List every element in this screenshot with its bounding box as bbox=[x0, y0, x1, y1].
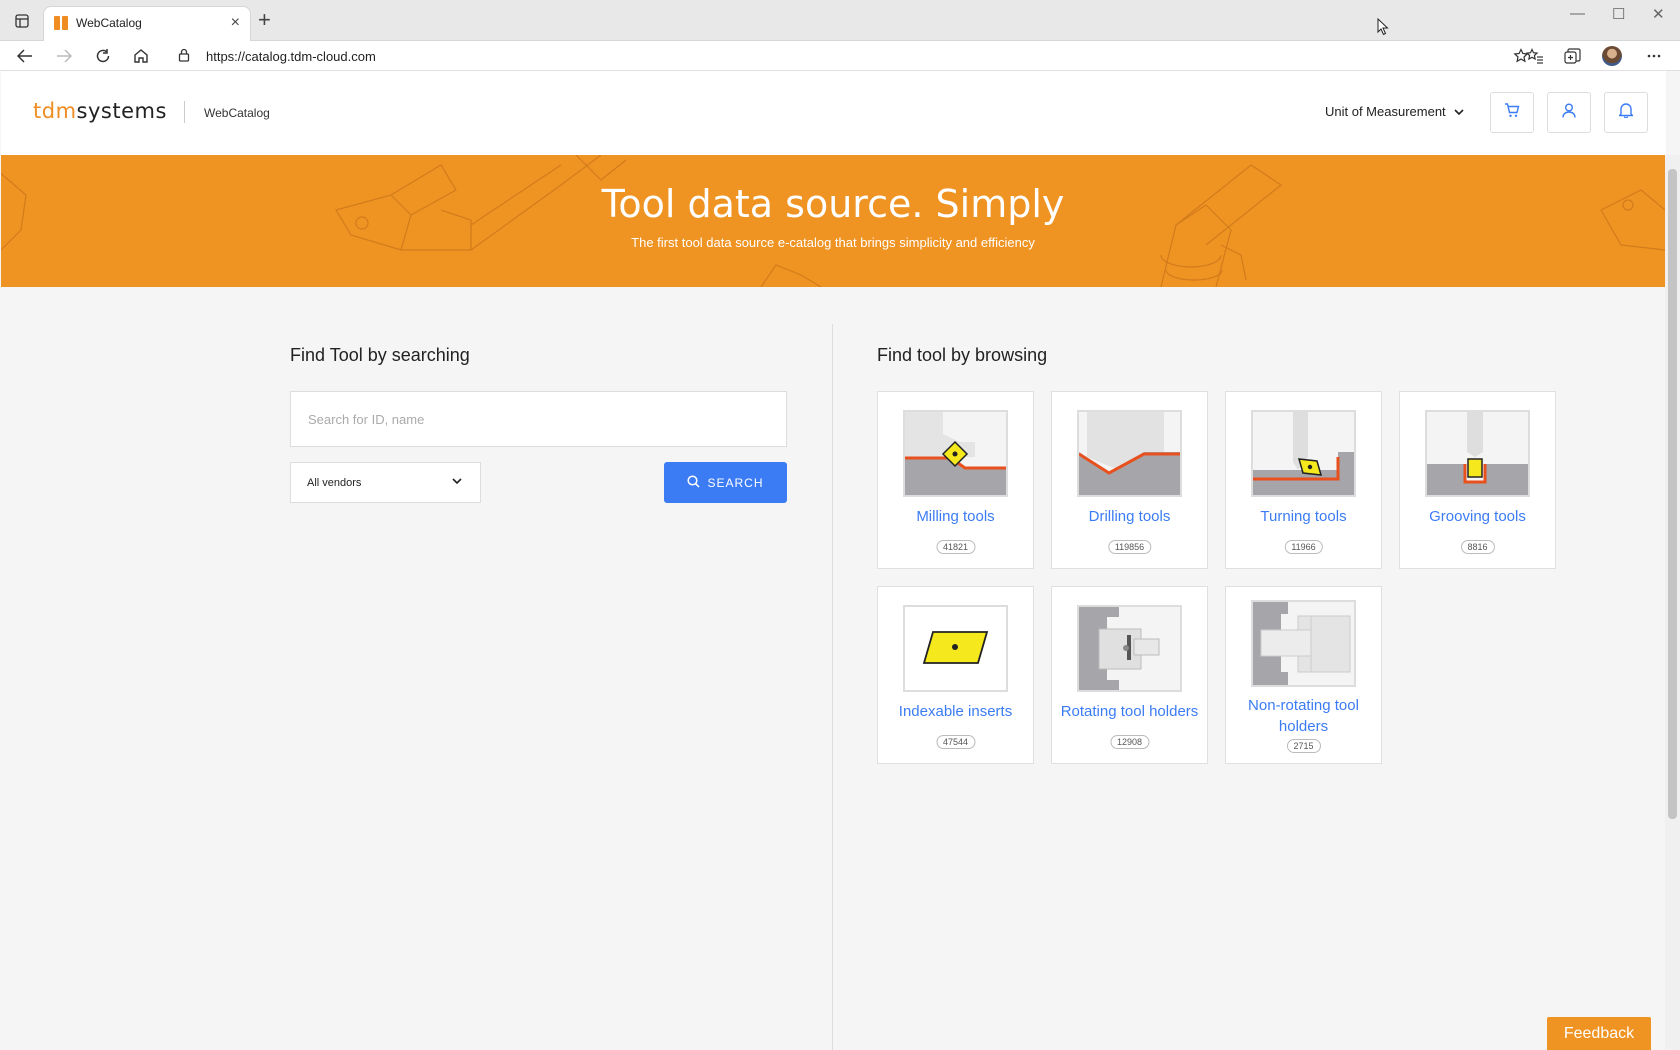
header-divider bbox=[184, 101, 185, 123]
search-section-title: Find Tool by searching bbox=[290, 345, 470, 365]
category-card-indexable-inserts[interactable]: Indexable inserts 47544 bbox=[877, 586, 1034, 764]
search-button[interactable]: SEARCH bbox=[664, 462, 787, 503]
indexable-insert-image bbox=[903, 605, 1008, 692]
category-card-drilling[interactable]: Drilling tools 119856 bbox=[1051, 391, 1208, 569]
back-icon[interactable] bbox=[13, 45, 37, 67]
forward-icon[interactable] bbox=[52, 45, 76, 67]
notifications-button[interactable] bbox=[1604, 92, 1648, 133]
logo-systems-text: systems bbox=[76, 99, 167, 123]
column-divider bbox=[832, 324, 833, 1050]
tdm-favicon-icon bbox=[54, 16, 68, 30]
category-count-badge: 11966 bbox=[1284, 540, 1323, 554]
search-icon bbox=[687, 474, 701, 491]
close-window-icon[interactable]: ✕ bbox=[1652, 5, 1665, 23]
tdm-systems-logo[interactable]: tdmsystems bbox=[33, 99, 167, 123]
category-count-badge: 41821 bbox=[935, 540, 976, 554]
category-count-badge: 12908 bbox=[1109, 735, 1150, 749]
browser-tab-bar: WebCatalog × + — ☐ ✕ bbox=[0, 0, 1680, 41]
favorites-icon[interactable] bbox=[1523, 44, 1547, 68]
hero-banner: Tool data source. Simply The first tool … bbox=[1, 155, 1665, 287]
category-label: Drilling tools bbox=[1088, 508, 1171, 525]
feedback-button[interactable]: Feedback bbox=[1547, 1017, 1651, 1050]
category-label: Grooving tools bbox=[1429, 508, 1526, 525]
profile-avatar[interactable] bbox=[1600, 44, 1624, 68]
home-icon[interactable] bbox=[129, 45, 153, 67]
minimize-icon[interactable]: — bbox=[1570, 5, 1585, 22]
category-label: Turning tools bbox=[1260, 508, 1347, 525]
browser-tab[interactable]: WebCatalog × bbox=[43, 6, 251, 41]
category-count-badge: 47544 bbox=[935, 735, 976, 749]
banner-subtitle: The first tool data source e-catalog tha… bbox=[631, 235, 1035, 250]
new-tab-icon[interactable]: + bbox=[258, 9, 271, 31]
vendor-select-value: All vendors bbox=[307, 477, 362, 489]
rotating-tool-holder-image bbox=[1077, 605, 1182, 692]
category-card-non-rotating-tool-holders[interactable]: Non-rotating tool holders 2715 bbox=[1225, 586, 1382, 764]
browse-section-title: Find tool by browsing bbox=[877, 345, 1048, 365]
browser-toolbar: https://catalog.tdm-cloud.com bbox=[0, 41, 1680, 71]
tab-title: WebCatalog bbox=[76, 16, 142, 30]
category-card-grooving[interactable]: Grooving tools 8816 bbox=[1399, 391, 1556, 569]
chevron-down-icon bbox=[1454, 104, 1464, 119]
category-card-milling[interactable]: Milling tools 41821 bbox=[877, 391, 1034, 569]
category-card-rotating-tool-holders[interactable]: Rotating tool holders 12908 bbox=[1051, 586, 1208, 764]
user-icon bbox=[1562, 103, 1576, 123]
user-account-button[interactable] bbox=[1547, 92, 1591, 133]
drilling-tool-image bbox=[1077, 410, 1182, 497]
banner-title: Tool data source. Simply bbox=[601, 182, 1065, 226]
address-bar[interactable]: https://catalog.tdm-cloud.com bbox=[166, 44, 1543, 69]
tab-actions-icon[interactable] bbox=[10, 10, 34, 32]
url-text[interactable]: https://catalog.tdm-cloud.com bbox=[206, 49, 376, 64]
unit-of-measurement-dropdown[interactable]: Unit of Measurement bbox=[1325, 104, 1464, 119]
logo-tdm-text: tdm bbox=[33, 99, 77, 123]
tool-search-input[interactable] bbox=[290, 391, 787, 447]
maximize-icon[interactable]: ☐ bbox=[1612, 5, 1625, 23]
page-scrollbar[interactable] bbox=[1665, 155, 1680, 1050]
non-rotating-tool-holder-image bbox=[1251, 600, 1356, 687]
milling-tool-image bbox=[903, 410, 1008, 497]
search-button-label: SEARCH bbox=[707, 475, 764, 490]
collections-icon[interactable] bbox=[1561, 44, 1585, 68]
close-tab-icon[interactable]: × bbox=[231, 14, 240, 32]
more-menu-icon[interactable] bbox=[1642, 44, 1666, 68]
category-count-badge: 8816 bbox=[1460, 540, 1495, 554]
category-count-badge: 119856 bbox=[1107, 540, 1152, 554]
bell-icon bbox=[1617, 102, 1635, 123]
category-label: Non-rotating tool holders bbox=[1248, 697, 1359, 735]
turning-tool-image bbox=[1251, 410, 1356, 497]
vendor-select[interactable]: All vendors bbox=[290, 462, 481, 503]
scrollbar-thumb[interactable] bbox=[1668, 169, 1677, 819]
uom-label: Unit of Measurement bbox=[1325, 104, 1446, 119]
site-header: tdmsystems WebCatalog Unit of Measuremen… bbox=[1, 71, 1666, 155]
category-label: Indexable inserts bbox=[898, 703, 1013, 720]
chevron-down-icon bbox=[452, 476, 462, 488]
category-count-badge: 2715 bbox=[1286, 739, 1321, 753]
grooving-tool-image bbox=[1425, 410, 1530, 497]
cart-icon bbox=[1504, 102, 1520, 123]
category-label: Rotating tool holders bbox=[1060, 703, 1199, 720]
lock-icon[interactable] bbox=[178, 48, 190, 67]
category-card-turning[interactable]: Turning tools 11966 bbox=[1225, 391, 1382, 569]
refresh-icon[interactable] bbox=[91, 45, 115, 67]
category-label: Milling tools bbox=[916, 508, 995, 525]
cart-button[interactable] bbox=[1490, 92, 1534, 133]
app-subtitle: WebCatalog bbox=[204, 106, 270, 120]
mouse-cursor-icon bbox=[1377, 17, 1389, 41]
